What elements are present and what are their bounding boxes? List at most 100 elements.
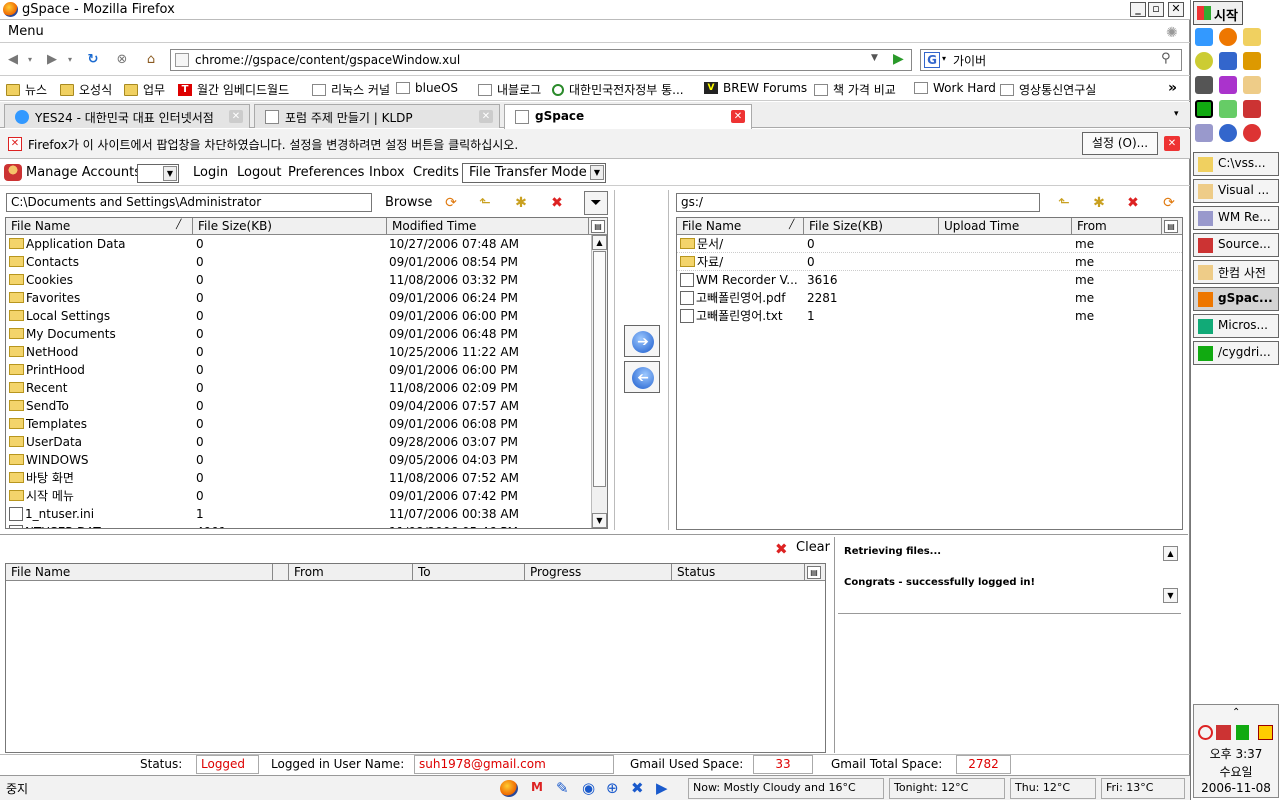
logout-button[interactable]: Logout (237, 165, 282, 180)
firefox-addon-icon[interactable] (500, 780, 518, 797)
local-scrollbar[interactable]: ▲ ▼ (591, 235, 607, 528)
table-row[interactable]: NTUSER.DAT 4901 11/08/2006 05:46 PM (6, 523, 607, 528)
new-folder-icon[interactable]: ✱ (512, 194, 530, 212)
table-row[interactable]: 고빼폴린영어.pdf 2281 me (677, 289, 1182, 307)
web-icon[interactable]: ⊕ (606, 779, 619, 797)
col-remote-file-name[interactable]: File Name (677, 218, 804, 235)
col-queue-to[interactable]: To (413, 564, 525, 581)
table-row[interactable]: Application Data 0 10/27/2006 07:48 AM (6, 235, 607, 253)
tab-gspace[interactable]: gSpace ✕ (504, 104, 752, 129)
weather-fri[interactable]: Fri: 13°C (1101, 778, 1185, 799)
maximize-button[interactable]: ▫ (1148, 2, 1164, 17)
inbox-button[interactable]: Inbox (369, 165, 405, 180)
cygwin-quicklaunch-icon[interactable] (1195, 100, 1213, 118)
delete-local-icon[interactable]: ✖ (548, 194, 566, 212)
table-row[interactable]: 문서/0 me (677, 235, 1182, 253)
close-notification-icon[interactable]: ✕ (1164, 136, 1180, 151)
scroll-down-icon[interactable]: ▼ (592, 513, 607, 528)
shield-tray-icon[interactable] (1216, 725, 1231, 740)
table-row[interactable]: SendTo 0 09/04/2006 07:57 AM (6, 397, 607, 415)
col-queue-from[interactable]: From (289, 564, 413, 581)
close-tab-icon[interactable]: ✕ (479, 110, 493, 123)
explorer-quicklaunch-icon[interactable] (1243, 28, 1261, 46)
col-upload-time[interactable]: Upload Time (939, 218, 1072, 235)
gmail-icon[interactable]: M (528, 780, 546, 797)
tools-icon[interactable]: ✎ (556, 779, 569, 797)
taskbar-task[interactable]: Source... (1193, 233, 1279, 257)
col-remote-size[interactable]: File Size(KB) (804, 218, 939, 235)
ie-quicklaunch-icon[interactable] (1195, 28, 1213, 46)
video-icon[interactable]: ▶ (656, 779, 668, 797)
bookmark-7[interactable]: 대한민국전자정부 통... (552, 81, 684, 98)
block-icon[interactable]: ✖ (631, 779, 644, 797)
column-picker-icon[interactable]: ▤ (591, 220, 605, 233)
clear-button[interactable]: Clear (796, 540, 830, 555)
search-bar[interactable]: G ▾ ⚲ (920, 49, 1182, 71)
bookmark-4[interactable]: 리눅스 커널 (312, 81, 390, 98)
table-row[interactable]: My Documents 0 09/01/2006 06:48 PM (6, 325, 607, 343)
engine-dropdown-icon[interactable]: ▾ (942, 54, 946, 63)
table-row[interactable]: Local Settings 0 09/01/2006 06:00 PM (6, 307, 607, 325)
login-button[interactable]: Login (193, 165, 228, 180)
local-path-field[interactable]: C:\Documents and Settings\Administrator (6, 193, 372, 212)
upload-button[interactable]: ➔ (624, 325, 660, 357)
refresh-remote-icon[interactable]: ⟳ (1160, 194, 1178, 212)
parent-folder-icon[interactable]: ⬑ (476, 194, 494, 212)
col-modified-time[interactable]: Modified Time (387, 218, 589, 235)
table-row[interactable]: Favorites 0 09/01/2006 06:24 PM (6, 289, 607, 307)
table-row[interactable]: Contacts 0 09/01/2006 08:54 PM (6, 253, 607, 271)
weather-now[interactable]: Now: Mostly Cloudy and 16°C (688, 778, 884, 799)
tab-list-icon[interactable]: ▾ (1174, 109, 1179, 119)
cpu-quicklaunch-icon[interactable] (1219, 76, 1237, 94)
filter-icon[interactable]: ⏷ (584, 191, 608, 215)
weather-thu[interactable]: Thu: 12°C (1010, 778, 1096, 799)
bookmarks-more-button[interactable]: » (1168, 80, 1177, 96)
search-quicklaunch-icon[interactable] (1219, 124, 1237, 142)
table-row[interactable]: UserData 0 09/28/2006 03:07 PM (6, 433, 607, 451)
col-file-name[interactable]: File Name (6, 218, 193, 235)
table-row[interactable]: 자료/0 me (677, 253, 1182, 271)
browse-button[interactable]: Browse (385, 195, 432, 210)
table-row[interactable]: Recent 0 11/08/2006 02:09 PM (6, 379, 607, 397)
taskbar-task[interactable]: 한컴 사전 (1193, 260, 1279, 284)
url-dropdown-icon[interactable]: ▼ (871, 53, 878, 63)
tab-kldp[interactable]: 포럼 주제 만들기 | KLDP ✕ (254, 104, 500, 128)
search-icon[interactable]: ⚲ (1161, 51, 1171, 66)
taskbar-task[interactable]: gSpac... (1193, 287, 1279, 311)
col-from[interactable]: From (1072, 218, 1162, 235)
close-tab-icon[interactable]: ✕ (229, 110, 243, 123)
bookmark-1[interactable]: 오성식 (60, 81, 112, 98)
settings-button[interactable]: 설정 (O)... (1082, 132, 1158, 155)
alert-tray-icon[interactable] (1258, 725, 1273, 740)
url-input[interactable] (195, 52, 865, 68)
table-row[interactable]: PrintHood 0 09/01/2006 06:00 PM (6, 361, 607, 379)
table-row[interactable]: Templates 0 09/01/2006 06:08 PM (6, 415, 607, 433)
safari-quicklaunch-icon[interactable] (1219, 52, 1237, 70)
col-queue-status[interactable]: Status (672, 564, 805, 581)
green-tray-icon[interactable] (1236, 725, 1249, 740)
table-row[interactable]: Cookies 0 11/08/2006 03:32 PM (6, 271, 607, 289)
firefox-quicklaunch-icon[interactable] (1219, 28, 1237, 46)
refresh-local-icon[interactable]: ⟳ (442, 194, 460, 212)
url-bar[interactable]: ▼ ▶ (170, 49, 912, 71)
back-icon[interactable]: ◀ (5, 52, 21, 68)
credits-button[interactable]: Credits (413, 165, 459, 180)
media-quicklaunch-icon[interactable] (1243, 100, 1261, 118)
chart-quicklaunch-icon[interactable] (1243, 124, 1261, 142)
remote-path-field[interactable]: gs:/ (676, 193, 1040, 212)
google-icon[interactable]: G (924, 52, 940, 68)
table-row[interactable]: 시작 메뉴 0 09/01/2006 07:42 PM (6, 487, 607, 505)
doc-quicklaunch-icon[interactable] (1195, 124, 1213, 142)
table-row[interactable]: WINDOWS 0 09/05/2006 04:03 PM (6, 451, 607, 469)
go-icon[interactable]: ▶ (893, 51, 904, 67)
weather-tonight[interactable]: Tonight: 12°C (889, 778, 1005, 799)
home-icon[interactable]: ⌂ (143, 52, 159, 68)
download-button[interactable]: ➔ (624, 361, 660, 393)
security-tray-icon[interactable] (1198, 725, 1213, 740)
globe-icon[interactable]: ◉ (582, 779, 595, 797)
stop-icon[interactable]: ⊗ (114, 52, 130, 68)
clear-icon[interactable]: ✖ (775, 540, 788, 558)
manage-accounts-button[interactable]: Manage Accounts (26, 165, 141, 180)
taskbar-task[interactable]: /cygdri... (1193, 341, 1279, 365)
taskbar-task[interactable]: Micros... (1193, 314, 1279, 338)
